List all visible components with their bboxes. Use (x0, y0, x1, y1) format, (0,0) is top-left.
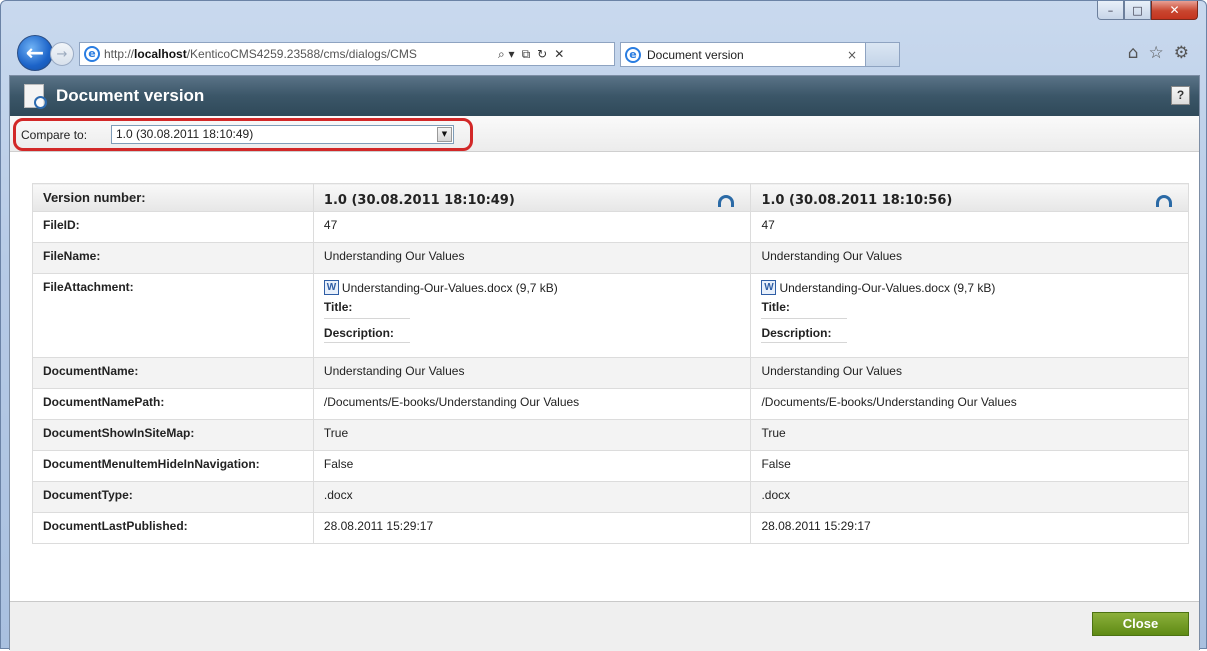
row-label: FileName: (32, 242, 314, 274)
settings-gear-icon[interactable]: ⚙ (1174, 43, 1189, 63)
attachment-description-label: Description: (323, 326, 410, 343)
ie-logo-icon: e (84, 46, 100, 62)
compare-toolbar: Compare to: 1.0 (30.08.2011 18:10:49) ▼ (10, 116, 1199, 152)
rollback-icon[interactable] (718, 194, 735, 207)
version-right-cell: 1.0 (30.08.2011 18:10:56) (750, 183, 1189, 212)
word-document-icon: W (323, 280, 339, 295)
row-left-value: 47 (312, 211, 752, 243)
attachment-left-link[interactable]: Understanding-Our-Values.docx (9,7 kB) (342, 281, 558, 295)
dialog-header: Document version ? (10, 76, 1199, 116)
rollback-icon[interactable] (1156, 194, 1172, 207)
browser-tool-icons: ⌂ ☆ ⚙ (1128, 43, 1189, 63)
table-row: DocumentName: Understanding Our Values U… (32, 357, 1189, 389)
row-label: DocumentType: (32, 481, 314, 513)
stop-icon[interactable]: ✕ (554, 47, 564, 62)
attachment-right-cell: W Understanding-Our-Values.docx (9,7 kB)… (750, 273, 1189, 358)
compare-selected-value: 1.0 (30.08.2011 18:10:49) (116, 127, 254, 141)
row-right-value: 28.08.2011 15:29:17 (750, 512, 1189, 544)
version-left-cell: 1.0 (30.08.2011 18:10:49) (312, 183, 752, 212)
compare-label: Compare to: (21, 128, 88, 142)
version-right-label: 1.0 (30.08.2011 18:10:56) (761, 193, 953, 208)
refresh-icon[interactable]: ↻ (537, 47, 547, 62)
tab-close-icon[interactable]: × (847, 48, 865, 62)
row-label: DocumentLastPublished: (32, 512, 314, 544)
close-button[interactable]: Close (1092, 612, 1189, 636)
row-right-value: .docx (750, 481, 1189, 513)
forward-button[interactable]: → (50, 42, 74, 66)
tab-ie-icon: e (625, 46, 641, 63)
dialog-title: Document version (56, 86, 205, 105)
table-row: DocumentMenuItemHideInNavigation: False … (32, 450, 1189, 482)
word-document-icon: W (761, 280, 777, 295)
browser-window: – □ ✕ ← → e http://localhost/KenticoCMS4… (0, 0, 1207, 651)
dropdown-arrow-icon[interactable]: ▼ (437, 127, 452, 142)
row-label: FileAttachment: (32, 273, 314, 358)
row-left-value: /Documents/E-books/Understanding Our Val… (312, 388, 752, 420)
table-row: FileID: 47 47 (32, 211, 1189, 243)
version-number-label: Version number: (32, 183, 314, 212)
row-label: DocumentShowInSiteMap: (32, 419, 314, 451)
compatibility-view-icon[interactable]: ⧉ (522, 47, 531, 62)
attachment-right-link[interactable]: Understanding-Our-Values.docx (9,7 kB) (779, 281, 995, 295)
document-version-dialog: Document version ? Compare to: 1.0 (30.0… (9, 75, 1200, 651)
row-right-value: /Documents/E-books/Understanding Our Val… (750, 388, 1189, 420)
address-tools: ⌕ ▾ ⧉ ↻ ✕ (498, 47, 564, 62)
row-right-value: Understanding Our Values (750, 242, 1189, 274)
table-header-row: Version number: 1.0 (30.08.2011 18:10:49… (32, 183, 1189, 212)
url-text: http://localhost/KenticoCMS4259.23588/cm… (104, 47, 417, 61)
new-tab-button[interactable] (866, 42, 900, 67)
maximize-button[interactable]: □ (1124, 1, 1151, 20)
table-row: DocumentType: .docx .docx (32, 481, 1189, 513)
row-left-value: True (312, 419, 752, 451)
row-right-value: Understanding Our Values (750, 357, 1189, 389)
tab-title: Document version (647, 47, 744, 62)
address-bar[interactable]: e http://localhost/KenticoCMS4259.23588/… (79, 42, 615, 66)
row-right-value: False (750, 450, 1189, 482)
version-left-label: 1.0 (30.08.2011 18:10:49) (323, 193, 515, 208)
row-left-value: 28.08.2011 15:29:17 (312, 512, 752, 544)
version-comparison-table: Version number: 1.0 (30.08.2011 18:10:49… (32, 183, 1189, 544)
row-label: DocumentName: (32, 357, 314, 389)
favorites-star-icon[interactable]: ☆ (1149, 43, 1164, 63)
row-label: DocumentMenuItemHideInNavigation: (32, 450, 314, 482)
back-button[interactable]: ← (17, 35, 53, 71)
table-row: DocumentShowInSiteMap: True True (32, 419, 1189, 451)
window-controls: – □ ✕ (1097, 1, 1198, 20)
row-left-value: Understanding Our Values (312, 357, 752, 389)
row-right-value: True (750, 419, 1189, 451)
attachment-title-label: Title: (323, 300, 410, 319)
browser-tab-document-version[interactable]: e Document version × (620, 42, 866, 67)
minimize-button[interactable]: – (1097, 1, 1124, 20)
home-icon[interactable]: ⌂ (1128, 43, 1139, 63)
row-left-value: .docx (312, 481, 752, 513)
browser-toolbar: ← → e http://localhost/KenticoCMS4259.23… (17, 33, 1197, 75)
table-row: FileAttachment: W Understanding-Our-Valu… (32, 273, 1189, 358)
compare-version-select[interactable]: 1.0 (30.08.2011 18:10:49) ▼ (111, 125, 454, 144)
window-close-button[interactable]: ✕ (1151, 1, 1198, 20)
attachment-description-label: Description: (761, 326, 848, 343)
search-dropdown-icon[interactable]: ⌕ ▾ (498, 47, 515, 62)
table-row: DocumentLastPublished: 28.08.2011 15:29:… (32, 512, 1189, 544)
document-magnifier-icon (24, 84, 47, 109)
row-label: FileID: (32, 211, 314, 243)
row-left-value: Understanding Our Values (312, 242, 752, 274)
table-row: FileName: Understanding Our Values Under… (32, 242, 1189, 274)
row-right-value: 47 (750, 211, 1189, 243)
dialog-footer: Close (10, 601, 1199, 651)
row-left-value: False (312, 450, 752, 482)
help-button[interactable]: ? (1171, 86, 1190, 105)
attachment-title-label: Title: (761, 300, 848, 319)
table-row: DocumentNamePath: /Documents/E-books/Und… (32, 388, 1189, 420)
row-label: DocumentNamePath: (32, 388, 314, 420)
attachment-left-cell: W Understanding-Our-Values.docx (9,7 kB)… (312, 273, 752, 358)
